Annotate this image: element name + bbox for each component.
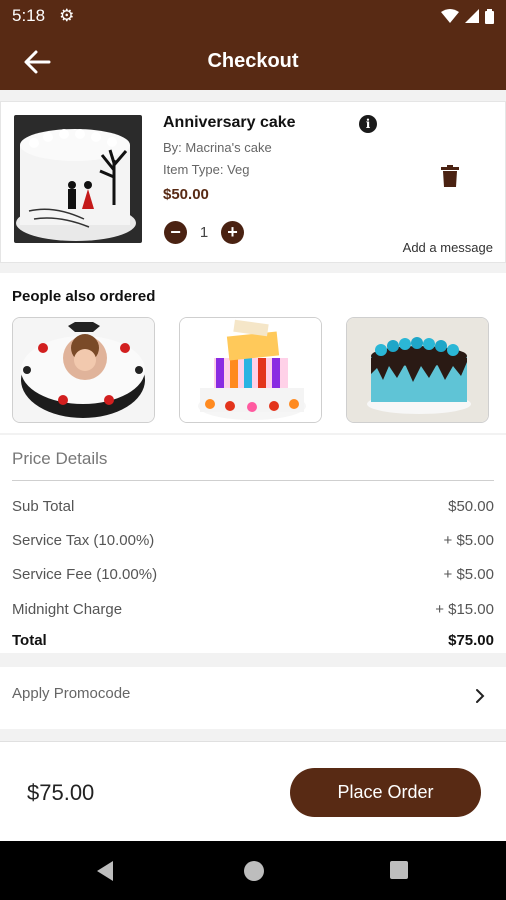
nav-home-icon[interactable] xyxy=(244,861,264,881)
price-row-subtotal: Sub Total $50.00 xyxy=(12,498,494,515)
wifi-icon xyxy=(441,9,459,23)
item-type: Item Type: Veg xyxy=(163,162,250,177)
quantity-value: 1 xyxy=(199,224,209,241)
item-name: Anniversary cake xyxy=(163,114,296,131)
gear-icon: ⚙ xyxy=(59,6,75,25)
apply-promocode-row[interactable]: Apply Promocode xyxy=(0,667,506,729)
price-label: Service Fee (10.00%) xyxy=(12,566,158,583)
battery-icon xyxy=(485,8,494,24)
promocode-label: Apply Promocode xyxy=(12,685,131,702)
status-icons xyxy=(441,8,494,24)
price-value: + $15.00 xyxy=(435,601,494,618)
minus-icon[interactable]: − xyxy=(164,221,187,244)
price-value: + $5.00 xyxy=(443,532,494,549)
price-label: Midnight Charge xyxy=(12,601,123,618)
price-details-title: Price Details xyxy=(12,449,108,468)
price-value: + $5.00 xyxy=(443,566,494,583)
place-order-button[interactable]: Place Order xyxy=(290,768,481,817)
item-vendor: By: Macrina's cake xyxy=(163,140,272,155)
system-nav-bar xyxy=(0,841,506,900)
signal-icon xyxy=(465,9,479,23)
price-row-service-fee: Service Fee (10.00%) + $5.00 xyxy=(12,566,494,583)
status-bar: 5:18 ⚙ xyxy=(0,0,506,32)
nav-back-icon[interactable] xyxy=(95,860,115,882)
section-title: People also ordered xyxy=(12,288,156,305)
total-value: $75.00 xyxy=(448,632,494,649)
arrow-left-icon[interactable] xyxy=(22,48,52,76)
price-label: Sub Total xyxy=(12,498,75,515)
chevron-right-icon xyxy=(476,689,485,703)
people-also-ordered-section: People also ordered xyxy=(0,273,506,433)
item-price: $50.00 xyxy=(163,186,209,203)
total-label: Total xyxy=(12,632,47,649)
trash-icon[interactable] xyxy=(441,165,459,187)
divider xyxy=(12,480,494,481)
price-row-midnight-charge: Midnight Charge + $15.00 xyxy=(12,601,494,618)
app-bar: Checkout xyxy=(0,32,506,90)
footer-total: $75.00 xyxy=(27,780,95,805)
cart-item-card: Anniversary cake i By: Macrina's cake It… xyxy=(0,101,506,263)
photo-cake-thumbnail[interactable] xyxy=(12,317,155,423)
cake-image[interactable] xyxy=(14,115,142,243)
quantity-stepper: − 1 + xyxy=(164,221,244,244)
price-value: $50.00 xyxy=(448,498,494,515)
add-message-link[interactable]: Add a message xyxy=(403,240,493,255)
blue-rose-drip-cake-thumbnail[interactable] xyxy=(346,317,489,423)
status-time: 5:18 xyxy=(12,6,46,25)
striped-tier-cake-thumbnail[interactable] xyxy=(179,317,322,423)
nav-recent-apps-icon[interactable] xyxy=(390,861,408,879)
page-title: Checkout xyxy=(207,49,299,72)
plus-icon[interactable]: + xyxy=(221,221,244,244)
checkout-footer: $75.00 Place Order xyxy=(0,741,506,841)
price-row-total: Total $75.00 xyxy=(12,632,494,649)
price-label: Service Tax (10.00%) xyxy=(12,532,155,549)
info-icon[interactable]: i xyxy=(359,115,377,133)
price-row-service-tax: Service Tax (10.00%) + $5.00 xyxy=(12,532,494,549)
price-details-section: Price Details Sub Total $50.00 Service T… xyxy=(0,435,506,653)
